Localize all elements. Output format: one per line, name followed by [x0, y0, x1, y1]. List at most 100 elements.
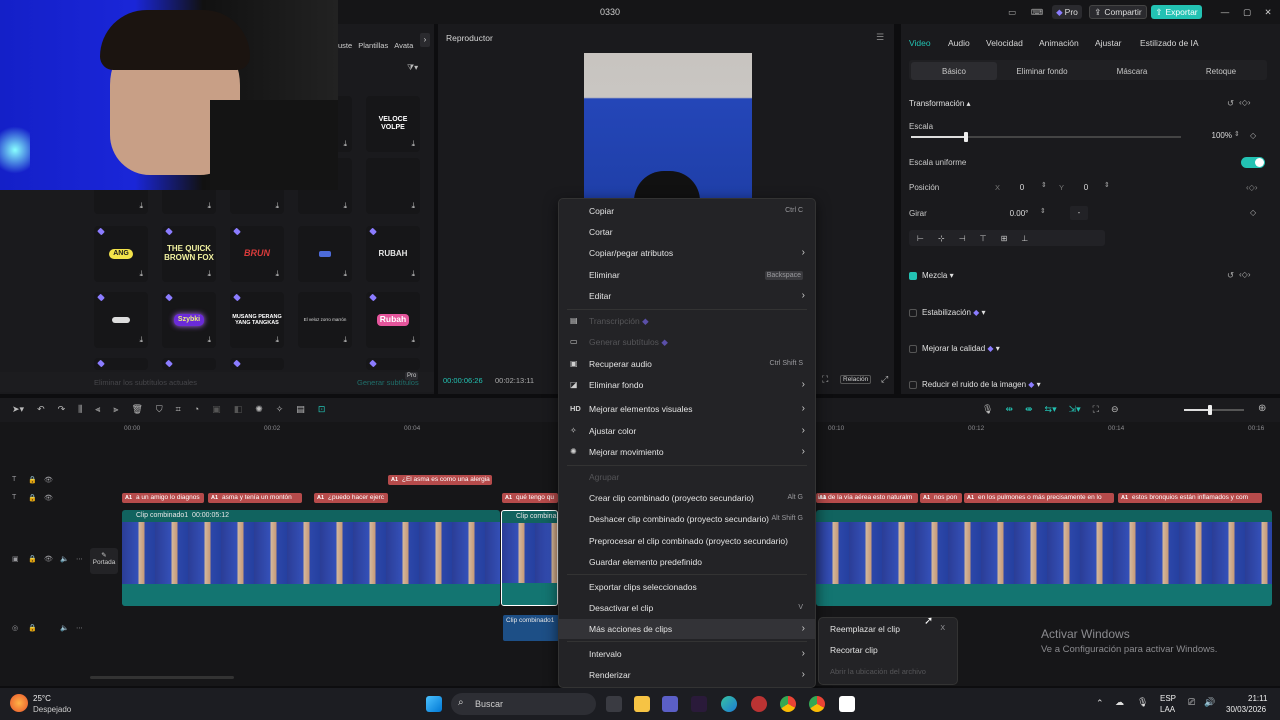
microphone-icon[interactable]: 🎙 [1137, 697, 1148, 708]
stabilization-checkbox[interactable] [909, 309, 917, 317]
clock-time[interactable]: 21:11 [1248, 694, 1267, 703]
chrome-icon[interactable] [751, 696, 767, 712]
shortcuts-icon[interactable]: ⌨ [1030, 5, 1044, 19]
template-tile[interactable]: BRUN ⤓ [230, 226, 284, 282]
download-icon[interactable]: ⤓ [275, 201, 279, 211]
download-icon[interactable]: ⤓ [343, 201, 347, 211]
download-icon[interactable]: ⤓ [275, 269, 279, 279]
tab-adjust[interactable]: Ajustar [1095, 38, 1121, 48]
file-explorer-icon[interactable] [634, 696, 650, 712]
network-icon[interactable]: ⎚ [1188, 697, 1195, 708]
template-tile[interactable] [230, 358, 284, 370]
video-clip[interactable] [816, 510, 1272, 606]
menu-item-save-preset[interactable]: Guardar elemento predefinido [559, 552, 815, 572]
download-icon[interactable]: ⤓ [139, 269, 143, 279]
clock-date[interactable]: 30/03/2026 [1226, 705, 1266, 714]
menu-item-recover-audio[interactable]: ▣ Recuperar audio Ctrl Shift S [559, 354, 815, 374]
pro-badge[interactable]: ◆ Pro [1052, 5, 1082, 19]
download-icon[interactable]: ⤓ [343, 335, 347, 345]
lock-icon[interactable]: 🔒 [28, 494, 37, 502]
noise-checkbox[interactable] [909, 381, 917, 389]
download-icon[interactable]: ⤓ [275, 335, 279, 345]
caption-clip[interactable]: nos pon [920, 493, 962, 503]
template-tile[interactable] [366, 358, 420, 370]
minimize-icon[interactable]: — [1219, 5, 1231, 19]
caption-icon[interactable]: ▤ [296, 404, 305, 415]
filter-icon[interactable]: ⧩▾ [407, 63, 418, 73]
microphone-icon[interactable]: 🎙 [982, 404, 993, 415]
uniform-scale-toggle[interactable] [1241, 157, 1265, 168]
speed-icon[interactable]: ◔ [194, 404, 199, 415]
undo-icon[interactable]: ↶ [37, 404, 45, 415]
snap-icon[interactable]: ⇲▾ [1069, 404, 1081, 415]
audio-icon[interactable]: 🔈 [60, 624, 69, 632]
weather-text[interactable]: Despejado [33, 705, 71, 714]
menu-item-enhance-visuals[interactable]: HD Mejorar elementos visuales › [559, 399, 815, 419]
caption-clip[interactable]: ica de la vía aérea esto naturalm [816, 493, 918, 503]
download-icon[interactable]: ⤓ [411, 201, 415, 211]
tab-video[interactable]: Video [909, 38, 931, 48]
close-icon[interactable]: ✕ [1262, 5, 1274, 19]
template-tile[interactable]: ⤓ [366, 158, 420, 214]
align-top-icon[interactable]: ⊤ [980, 234, 987, 243]
template-tile[interactable]: Rubah ⤓ [366, 292, 420, 348]
split-right-icon[interactable]: ⫸ [113, 404, 118, 415]
freeze-icon[interactable]: ▣ [212, 404, 221, 415]
menu-item-export-selected[interactable]: Exportar clips seleccionados [559, 577, 815, 597]
lock-icon[interactable]: 🔒 [28, 624, 37, 632]
fit-icon[interactable]: ⛶ [1093, 404, 1099, 415]
shield-icon[interactable]: ⛉ [156, 404, 163, 415]
menu-item-replace-clip[interactable]: Reemplazar el clip X [819, 619, 957, 639]
menu-item-render[interactable]: Renderizar › [559, 665, 815, 685]
menu-item-cut[interactable]: Cortar [559, 222, 815, 242]
capcut-icon[interactable] [839, 696, 855, 712]
language-region[interactable]: LAA [1160, 705, 1175, 714]
caption-clip[interactable]: en los pulmones o más precisamente en lo [964, 493, 1114, 503]
tab-animation[interactable]: Animación [1039, 38, 1079, 48]
zoom-slider[interactable] [1184, 405, 1244, 415]
fullscreen-focus-icon[interactable]: ⛶ [822, 374, 828, 385]
after-effects-icon[interactable] [691, 696, 707, 712]
volume-icon[interactable]: 🔊 [1204, 697, 1215, 708]
mirror-icon[interactable]: ◧ [234, 404, 243, 415]
more-icon[interactable]: ⋯ [76, 624, 83, 632]
video-clip[interactable]: Clip combinado1 00:00:05:12 [122, 510, 500, 606]
stepper-icon[interactable]: ⇕ [1040, 207, 1046, 215]
menu-item-crop-clip[interactable]: Recortar clip [819, 640, 957, 660]
tab-ai-style[interactable]: Estilizado de IA [1140, 38, 1199, 48]
download-icon[interactable]: ⤓ [411, 139, 415, 149]
onedrive-icon[interactable]: ☁ [1115, 697, 1124, 708]
stepper-icon[interactable]: ⇕ [1104, 181, 1110, 189]
template-tile[interactable]: ⤓ [298, 226, 352, 282]
menu-item-create-compound[interactable]: Crear clip combinado (proyecto secundari… [559, 488, 815, 508]
subtab-retouch[interactable]: Retoque [1178, 62, 1264, 80]
language-code[interactable]: ESP [1160, 694, 1176, 703]
stepper-icon[interactable]: ⇕ [1041, 181, 1047, 189]
menu-icon[interactable]: ☰ [876, 32, 884, 43]
magic-icon[interactable]: ✧ [276, 404, 284, 415]
crop-icon[interactable]: ⌗ [176, 404, 181, 415]
template-tile[interactable] [162, 358, 216, 370]
subtab-basic[interactable]: Básico [911, 62, 997, 80]
download-icon[interactable]: ⤓ [343, 139, 347, 149]
align-right-icon[interactable]: ⊣ [959, 234, 966, 243]
audio-icon[interactable]: 🔈 [60, 555, 69, 563]
export-button[interactable]: ⇧ Exportar [1151, 5, 1202, 19]
menu-item-copy-paste-attrs[interactable]: Copiar/pegar atributos › [559, 243, 815, 263]
template-tile[interactable]: VELOCE VOLPE ⤓ [366, 96, 420, 152]
pos-y-input[interactable]: 0 [1069, 181, 1103, 194]
delete-icon[interactable]: 🗑 [131, 404, 142, 415]
tab-adjust[interactable]: uste [338, 30, 352, 52]
split-icon[interactable]: ⫼ [78, 404, 82, 415]
menu-item-improve-motion[interactable]: ✺ Mejorar movimiento › [559, 442, 815, 462]
windows-start-icon[interactable] [426, 696, 442, 712]
ai-effect-icon[interactable]: ✺ [255, 404, 263, 415]
keyframe-icon[interactable]: ◇ [1250, 131, 1256, 140]
scale-value[interactable]: 100% [1186, 131, 1232, 143]
tab-audio[interactable]: Audio [948, 38, 970, 48]
subtab-mask[interactable]: Máscara [1089, 62, 1175, 80]
chevron-up-icon[interactable]: ⌃ [1096, 698, 1104, 709]
chrome-icon[interactable] [809, 696, 825, 712]
search-box[interactable]: ⌕ Buscar [451, 693, 596, 715]
download-icon[interactable]: ⤓ [139, 201, 143, 211]
